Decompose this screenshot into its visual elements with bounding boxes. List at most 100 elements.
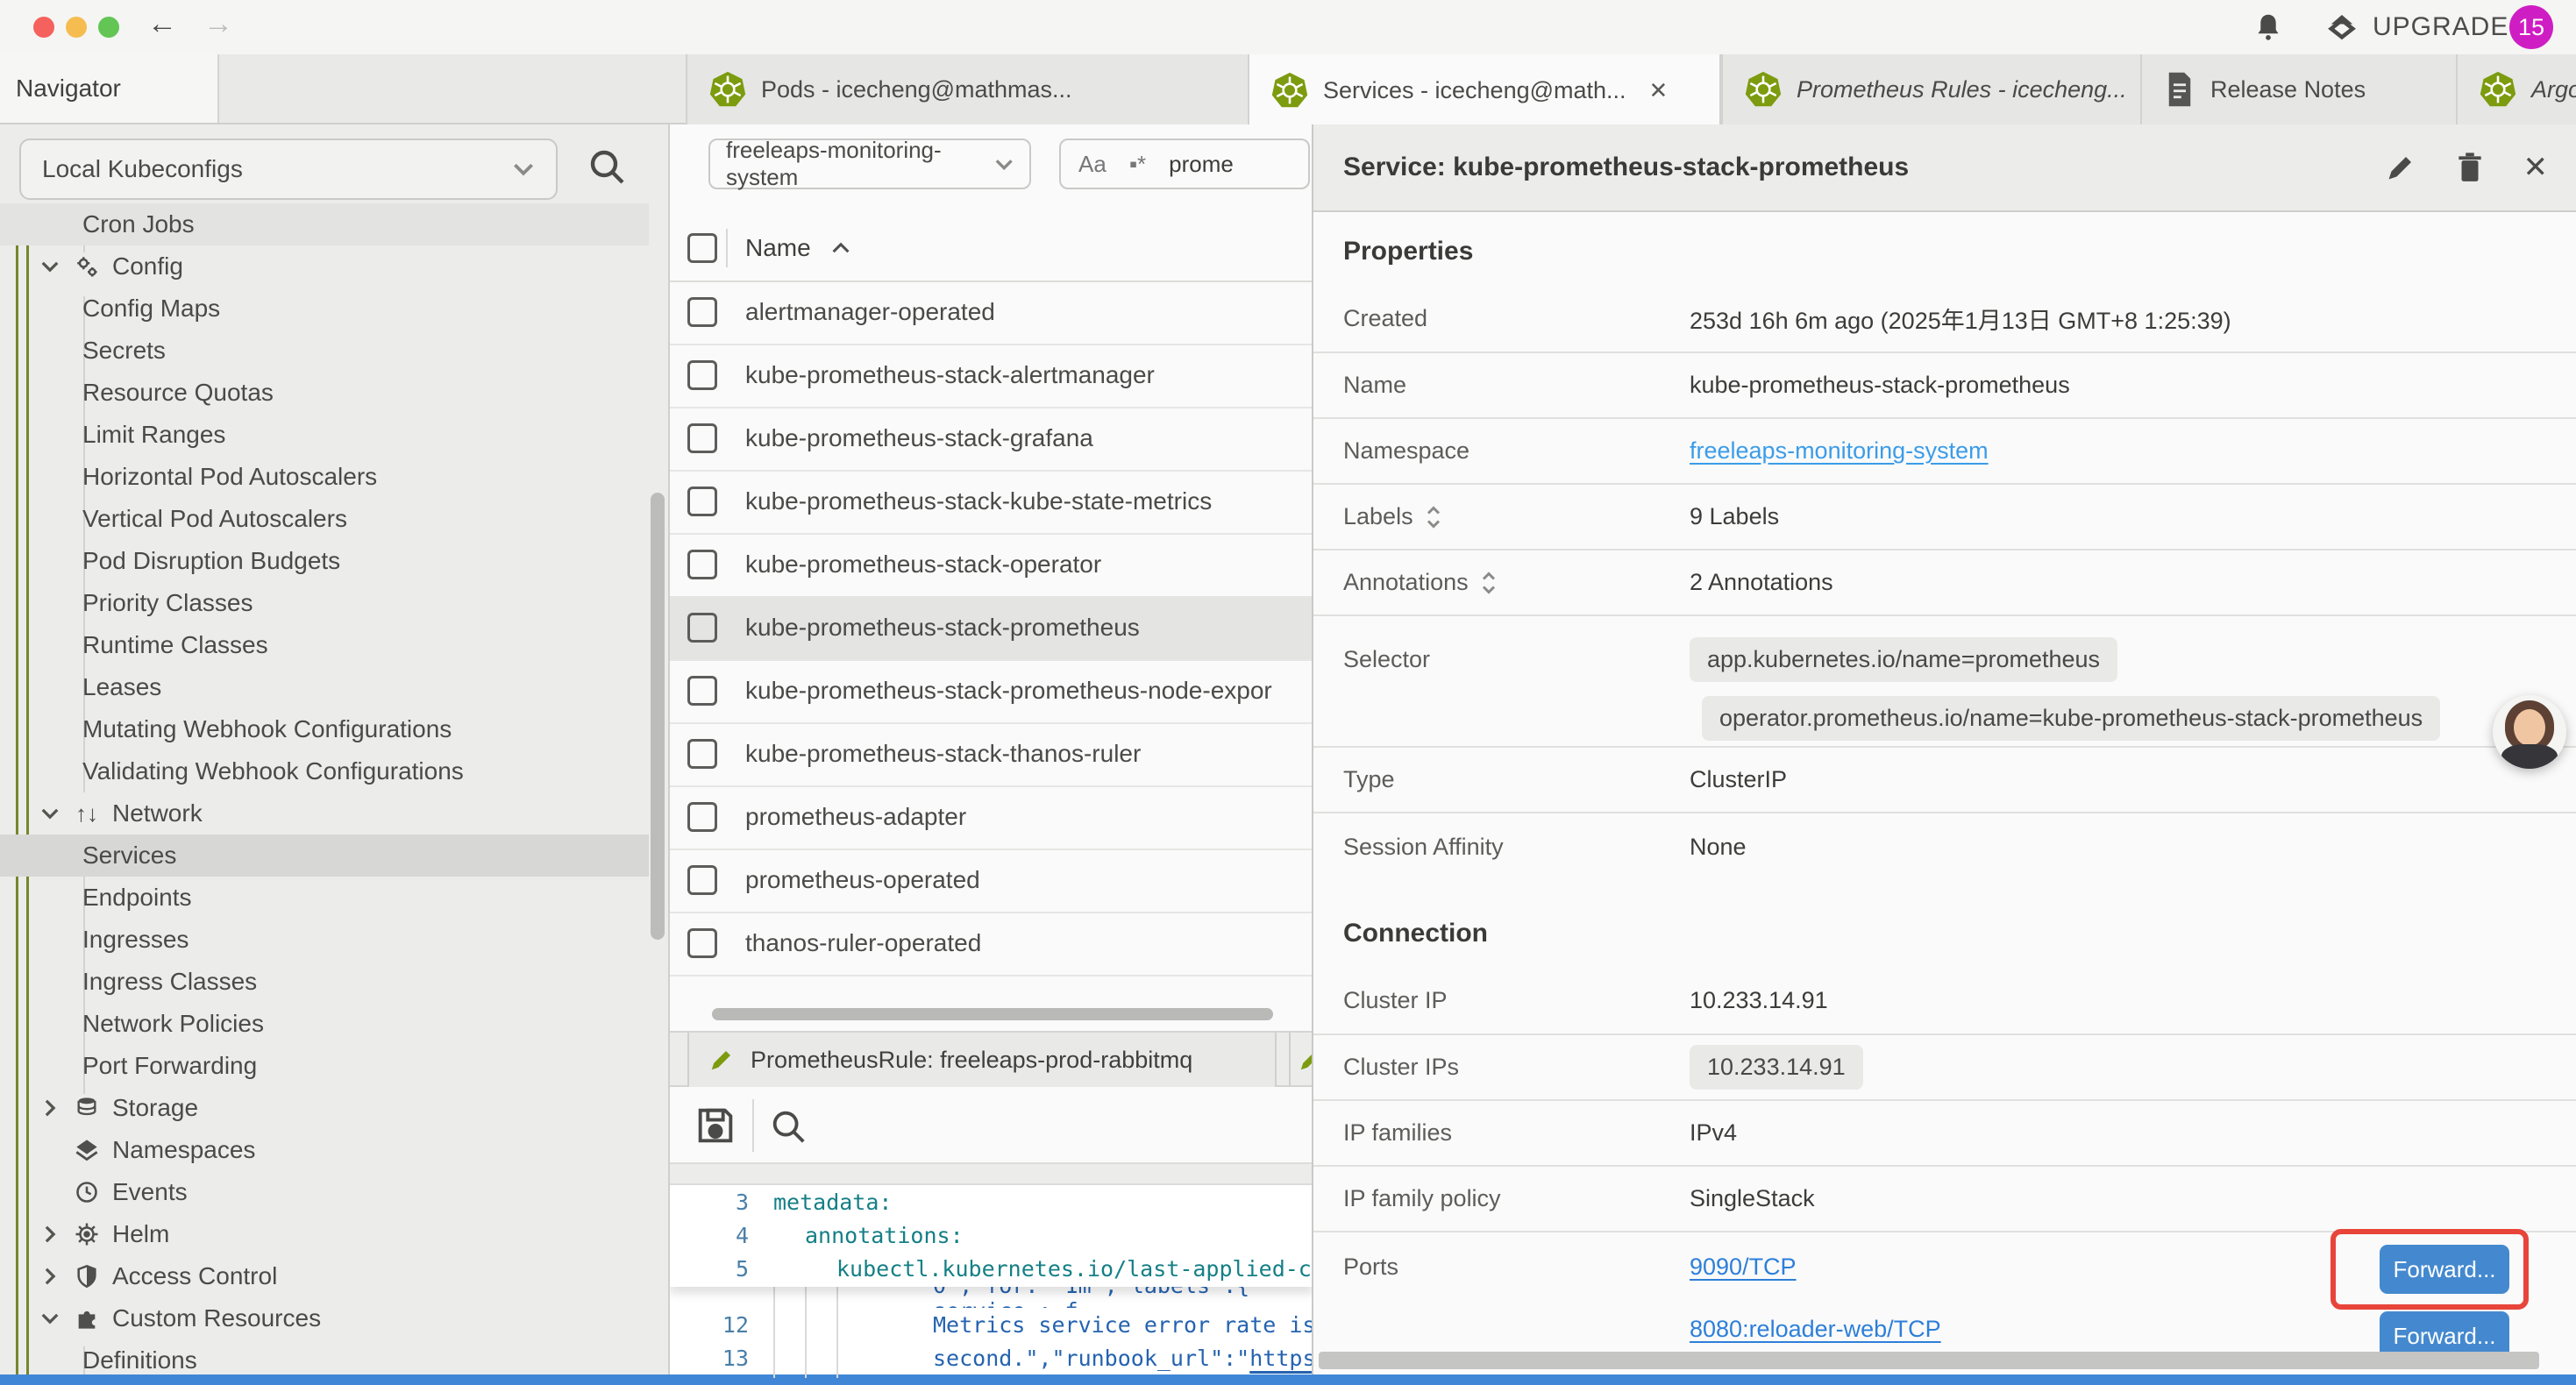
table-row[interactable]: kube-prometheus-stack-prometheus-node-ex… [670,659,1312,724]
sidebar-item-horizontal-pod-autoscalers[interactable]: Horizontal Pod Autoscalers [0,456,649,498]
save-icon[interactable] [693,1103,738,1148]
table-row[interactable]: kube-prometheus-stack-alertmanager [670,344,1312,408]
tab-services-active[interactable]: Services - icecheng@math... ✕ [1248,54,1721,126]
sidebar-item-runtime-classes[interactable]: Runtime Classes [0,624,649,666]
expand-sorter-icon[interactable] [1481,570,1497,596]
sidebar-item-secrets[interactable]: Secrets [0,330,649,372]
port-link-8080[interactable]: 8080:reloader-web/TCP [1690,1316,1941,1343]
chevron-down-icon[interactable] [39,802,61,825]
table-row-selected[interactable]: kube-prometheus-stack-prometheus [670,596,1312,661]
window-minimize-button[interactable] [66,17,87,38]
sidebar-item-leases[interactable]: Leases [0,666,649,708]
sidebar-item-cron-jobs[interactable]: Cron Jobs [0,203,649,245]
row-checkbox[interactable] [687,865,717,895]
selector-chip[interactable]: app.kubernetes.io/name=prometheus [1690,637,2117,682]
tab-pods[interactable]: Pods - icecheng@mathmas... [686,54,1248,124]
sidebar-item-ingress-classes[interactable]: Ingress Classes [0,961,649,1003]
tab-navigator[interactable]: Navigator [0,54,219,123]
row-checkbox[interactable] [687,487,717,516]
regex-toggle[interactable]: ▪* [1129,151,1146,178]
kubeconfig-selector[interactable]: Local Kubeconfigs [19,138,558,200]
sidebar-item-resource-quotas[interactable]: Resource Quotas [0,372,649,414]
cluster-ip-chip[interactable]: 10.233.14.91 [1690,1045,1863,1090]
window-close-button[interactable] [33,17,54,38]
tab-prometheus-rules[interactable]: Prometheus Rules - icecheng... [1721,54,2140,124]
sidebar-item-definitions[interactable]: Definitions [0,1339,649,1378]
status-badge[interactable]: 15 [2509,5,2553,49]
expand-sorter-icon[interactable] [1426,504,1441,530]
selector-chip[interactable]: operator.prometheus.io/name=kube-prometh… [1702,696,2440,741]
table-row[interactable]: alertmanager-operated [670,281,1312,345]
delete-trash-icon[interactable] [2455,151,2485,184]
row-checkbox[interactable] [687,297,717,327]
chevron-right-icon[interactable] [39,1223,61,1246]
row-checkbox[interactable] [687,928,717,958]
table-row[interactable]: kube-prometheus-stack-grafana [670,407,1312,472]
sidebar-search-icon[interactable] [586,146,628,188]
sidebar-item-ingresses[interactable]: Ingresses [0,919,649,961]
table-row[interactable]: kube-prometheus-stack-operator [670,533,1312,598]
column-header-name[interactable]: Name [745,234,851,262]
sidebar-item-config-maps[interactable]: Config Maps [0,288,649,330]
detail-horizontal-scrollbar[interactable] [1319,1352,2539,1369]
editor-search-icon[interactable] [768,1106,808,1147]
namespace-filter-dropdown[interactable]: freeleaps-monitoring-system [708,138,1031,189]
sidebar-item-pod-disruption-budgets[interactable]: Pod Disruption Budgets [0,540,649,582]
sidebar-group-access-control[interactable]: Access Control [0,1255,649,1297]
avatar[interactable] [2493,695,2566,769]
notification-bell-icon[interactable] [2252,11,2285,44]
sidebar-group-custom-resources[interactable]: Custom Resources [0,1297,649,1339]
sidebar-item-endpoints[interactable]: Endpoints [0,877,649,919]
horizontal-scrollbar[interactable] [712,1008,1273,1020]
match-case-toggle[interactable]: Aa [1078,151,1107,178]
table-row[interactable]: kube-prometheus-stack-kube-state-metrics [670,470,1312,535]
sidebar-group-helm[interactable]: Helm [0,1213,649,1255]
sidebar-item-events[interactable]: Events [0,1171,649,1213]
sidebar-group-storage[interactable]: Storage [0,1087,649,1129]
row-checkbox[interactable] [687,423,717,453]
sidebar-item-vertical-pod-autoscalers[interactable]: Vertical Pod Autoscalers [0,498,649,540]
sidebar-item-limit-ranges[interactable]: Limit Ranges [0,414,649,456]
row-checkbox[interactable] [687,739,717,769]
sidebar-item-priority-classes[interactable]: Priority Classes [0,582,649,624]
sidebar-item-port-forwarding[interactable]: Port Forwarding [0,1045,649,1087]
sidebar-item-network-policies[interactable]: Network Policies [0,1003,649,1045]
table-row[interactable]: thanos-ruler-operated [670,912,1312,977]
yaml-editor[interactable]: 3 metadata: 4 annotations: 5 kubectl.kub… [670,1185,1312,1378]
sidebar-group-config[interactable]: Config [0,245,649,288]
sidebar-item-validating-webhook-configurations[interactable]: Validating Webhook Configurations [0,750,649,792]
editor-tab-next[interactable] [1289,1033,1312,1087]
row-checkbox[interactable] [687,676,717,706]
chevron-down-icon[interactable] [39,1307,61,1330]
close-icon[interactable]: ✕ [1649,77,1669,104]
sidebar-item-namespaces[interactable]: Namespaces [0,1129,649,1171]
table-row[interactable]: prometheus-operated [670,849,1312,913]
window-zoom-button[interactable] [98,17,119,38]
namespace-link[interactable]: freeleaps-monitoring-system [1690,437,1989,465]
table-row[interactable]: kube-prometheus-stack-thanos-ruler [670,722,1312,787]
forward-arrow-icon[interactable]: → [203,7,233,41]
row-checkbox[interactable] [687,550,717,579]
chevron-down-icon[interactable] [39,255,61,278]
row-checkbox[interactable] [687,613,717,643]
search-input[interactable]: Aa ▪* prome [1059,138,1310,189]
sidebar-item-mutating-webhook-configurations[interactable]: Mutating Webhook Configurations [0,708,649,750]
sidebar-group-network[interactable]: ↑↓ Network [0,792,649,835]
chevron-right-icon[interactable] [39,1097,61,1119]
row-checkbox[interactable] [687,802,717,832]
editor-tab-prometheusrule[interactable]: PrometheusRule: freeleaps-prod-rabbitmq [687,1033,1277,1087]
port-link-9090[interactable]: 9090/TCP [1690,1254,1941,1281]
sidebar-scrollbar[interactable] [651,493,665,940]
close-icon[interactable]: ✕ [2523,150,2549,185]
tab-argo[interactable]: Argo Se [2456,54,2576,124]
upgrade-button[interactable]: UPGRADE [2323,9,2508,46]
select-all-checkbox[interactable] [687,233,717,263]
tab-release-notes[interactable]: Release Notes [2140,54,2456,124]
edit-pencil-icon[interactable] [2385,152,2416,183]
row-checkbox[interactable] [687,360,717,390]
code-link[interactable]: https://net [1249,1346,1312,1371]
table-row[interactable]: prometheus-adapter [670,785,1312,850]
back-arrow-icon[interactable]: ← [147,7,177,41]
chevron-right-icon[interactable] [39,1265,61,1288]
sidebar-item-services[interactable]: Services [0,835,649,877]
